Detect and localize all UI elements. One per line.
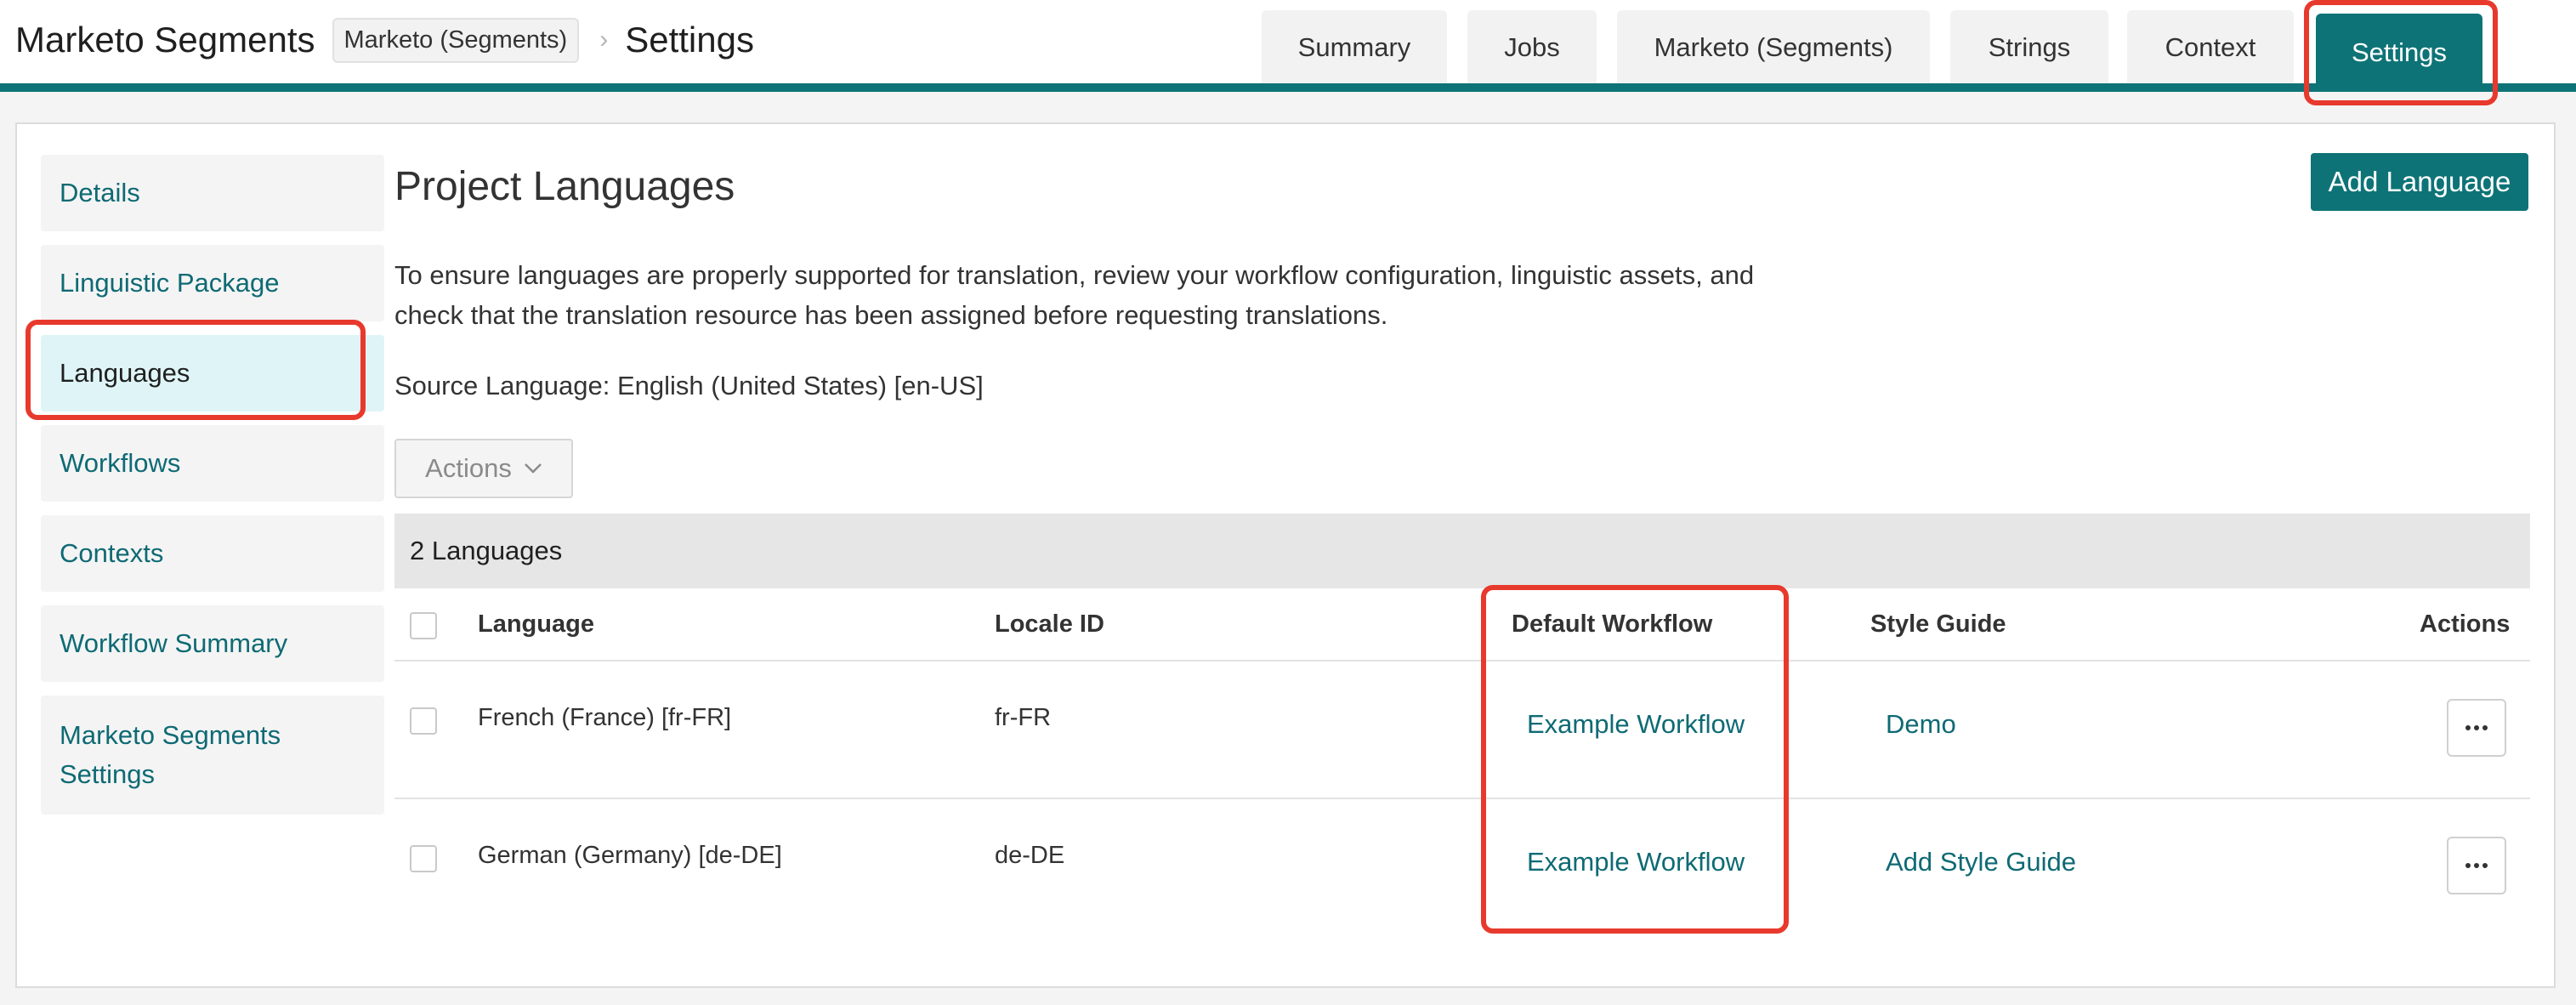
row-checkbox[interactable]: [410, 845, 437, 872]
sidebar-item-details[interactable]: Details: [41, 155, 384, 231]
chevron-down-icon: [524, 463, 542, 474]
breadcrumb-chip-marketo[interactable]: Marketo (Segments): [332, 17, 580, 63]
column-header-language[interactable]: Language: [478, 610, 594, 639]
source-language: Source Language: English (United States)…: [394, 371, 984, 400]
sidebar-item-workflow-summary[interactable]: Workflow Summary: [41, 605, 384, 682]
header-accent-line: [0, 83, 2576, 92]
column-header-default-workflow[interactable]: Default Workflow: [1512, 610, 1712, 639]
tab-settings[interactable]: Settings: [2316, 14, 2482, 92]
sidebar-item-languages[interactable]: Languages: [41, 335, 384, 412]
top-header: Marketo Segments Marketo (Segments) › Se…: [0, 0, 2576, 92]
intro-line-2: check that the translation resource has …: [394, 300, 1388, 330]
sidebar-item-marketo-segments-settings[interactable]: Marketo Segments Settings: [41, 696, 384, 815]
intro-line-1: To ensure languages are properly support…: [394, 260, 1755, 290]
add-language-button[interactable]: Add Language: [2311, 153, 2528, 211]
tab-context[interactable]: Context: [2127, 10, 2294, 85]
sidebar-item-label: Marketo Segments Settings: [60, 720, 281, 789]
row-actions-button[interactable]: [2447, 837, 2506, 894]
tab-summary[interactable]: Summary: [1262, 10, 1447, 85]
row-actions-button[interactable]: [2447, 699, 2506, 757]
row-style-guide-link[interactable]: Demo: [1886, 709, 1956, 740]
intro-text: To ensure languages are properly support…: [394, 255, 1874, 335]
page-title: Settings: [625, 20, 754, 60]
more-horizontal-icon: [2465, 725, 2488, 730]
chevron-right-icon: ›: [599, 26, 609, 54]
languages-count: 2 Languages: [410, 536, 563, 565]
row-workflow-link[interactable]: Example Workflow: [1527, 847, 1745, 877]
breadcrumb: Marketo Segments Marketo (Segments) › Se…: [15, 10, 754, 70]
tab-marketo-segments[interactable]: Marketo (Segments): [1617, 10, 1930, 85]
select-all-checkbox[interactable]: [410, 612, 437, 639]
row-workflow-link[interactable]: Example Workflow: [1527, 709, 1745, 740]
row-style-guide-link[interactable]: Add Style Guide: [1886, 847, 2076, 877]
sidebar-item-contexts[interactable]: Contexts: [41, 515, 384, 592]
row-locale-id: de-DE: [995, 842, 1065, 869]
settings-panel: Details Linguistic Package Languages Wor…: [15, 122, 2556, 988]
actions-dropdown-label: Actions: [425, 453, 512, 483]
row-language: French (France) [fr-FR]: [478, 704, 732, 731]
row-checkbox[interactable]: [410, 707, 437, 735]
languages-count-bar: 2 Languages: [394, 514, 2530, 588]
row-divider: [394, 798, 2530, 799]
tab-jobs[interactable]: Jobs: [1467, 10, 1597, 85]
column-header-actions: Actions: [2420, 610, 2511, 638]
row-locale-id: fr-FR: [995, 704, 1052, 731]
column-header-style-guide[interactable]: Style Guide: [1870, 610, 2006, 639]
tab-strings[interactable]: Strings: [1950, 10, 2108, 85]
project-title: Marketo Segments: [15, 20, 315, 60]
column-header-locale-id[interactable]: Locale ID: [995, 610, 1104, 639]
more-horizontal-icon: [2465, 863, 2488, 868]
sidebar-item-workflows[interactable]: Workflows: [41, 425, 384, 502]
row-language: German (Germany) [de-DE]: [478, 842, 782, 869]
section-title: Project Languages: [394, 164, 735, 209]
row-divider: [394, 660, 2530, 661]
sidebar-item-linguistic-package[interactable]: Linguistic Package: [41, 245, 384, 321]
actions-dropdown[interactable]: Actions: [394, 439, 573, 498]
